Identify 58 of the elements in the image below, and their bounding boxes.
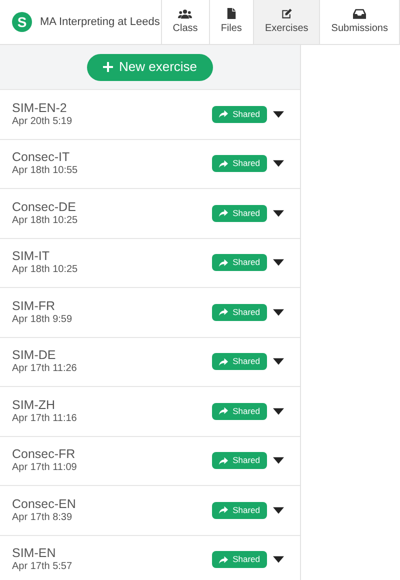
people-icon <box>178 8 192 18</box>
exercise-date: Apr 17th 5:57 <box>12 561 74 574</box>
share-icon <box>218 308 228 316</box>
exercise-row[interactable]: SIM-EN Apr 17th 5:57 Shared <box>0 534 300 580</box>
caret-icon[interactable] <box>273 160 284 168</box>
class-title: MA Interpreting at Leeds <box>40 14 160 30</box>
exercise-name: SIM-EN <box>12 546 57 562</box>
caret-icon[interactable] <box>273 457 284 464</box>
share-icon <box>218 209 228 218</box>
exercise-name: SIM-DE <box>12 348 57 364</box>
plus-icon <box>102 62 113 72</box>
exercise-name: SIM-IT <box>12 249 50 264</box>
caret-icon[interactable] <box>273 210 284 217</box>
share-icon <box>218 160 228 168</box>
document-icon <box>226 8 236 19</box>
exercise-row[interactable]: SIM-FR Apr 18th 9:59 Shared <box>0 287 300 336</box>
share-icon <box>218 407 228 416</box>
caret-icon[interactable] <box>273 259 284 266</box>
share-icon <box>218 456 228 465</box>
exercise-row[interactable]: Consec-FR Apr 17th 11:09 Shared <box>0 436 300 485</box>
exercise-date: Apr 18th 10:55 <box>12 165 79 178</box>
exercise-row[interactable]: SIM-DE Apr 17th 11:26 Shared <box>0 336 300 386</box>
caret-icon[interactable] <box>273 408 284 415</box>
exercise-date: Apr 18th 10:25 <box>12 264 79 276</box>
share-icon <box>218 258 228 267</box>
exercise-name: Consec-DE <box>12 200 77 215</box>
exercise-row[interactable]: Consec-IT Apr 18th 10:55 Shared <box>0 138 300 188</box>
exercise-row[interactable]: SIM-IT Apr 18th 10:25 Shared <box>0 238 300 287</box>
caret-icon[interactable] <box>273 506 284 514</box>
exercise-date: Apr 17th 8:39 <box>12 512 74 524</box>
exercise-name: Consec-IT <box>12 150 71 166</box>
exercise-row[interactable]: Consec-DE Apr 18th 10:25 Shared <box>0 188 300 238</box>
exercise-name: SIM-EN-2 <box>12 100 68 116</box>
edit-icon <box>280 8 293 19</box>
logo-icon: S <box>12 12 32 32</box>
caret-icon[interactable] <box>273 556 284 564</box>
caret-icon[interactable] <box>273 308 284 316</box>
share-icon <box>218 358 228 366</box>
exercise-date: Apr 17th 11:26 <box>12 363 78 376</box>
exercise-name: SIM-ZH <box>12 398 56 413</box>
exercise-name: Consec-EN <box>12 496 77 512</box>
exercise-row[interactable]: SIM-EN-2 Apr 20th 5:19 Shared <box>0 89 300 138</box>
caret-icon[interactable] <box>273 110 284 118</box>
exercise-date: Apr 17th 11:16 <box>12 412 78 425</box>
exercise-row[interactable]: SIM-ZH Apr 17th 11:16 Shared <box>0 386 300 436</box>
caret-icon[interactable] <box>273 358 284 366</box>
exercise-date: Apr 18th 9:59 <box>12 314 74 326</box>
exercise-date: Apr 17th 11:09 <box>12 462 78 474</box>
inbox-icon <box>353 8 366 18</box>
exercise-date: Apr 18th 10:25 <box>12 214 79 227</box>
nav-tab[interactable]: Exercises <box>254 0 320 44</box>
share-icon <box>218 506 228 514</box>
exercise-date: Apr 20th 5:19 <box>12 116 74 128</box>
exercise-name: SIM-FR <box>12 298 56 314</box>
exercise-row[interactable]: Consec-EN Apr 17th 8:39 Shared <box>0 485 300 534</box>
share-icon <box>218 110 228 118</box>
exercise-name: Consec-FR <box>12 447 76 462</box>
share-icon <box>218 556 228 564</box>
